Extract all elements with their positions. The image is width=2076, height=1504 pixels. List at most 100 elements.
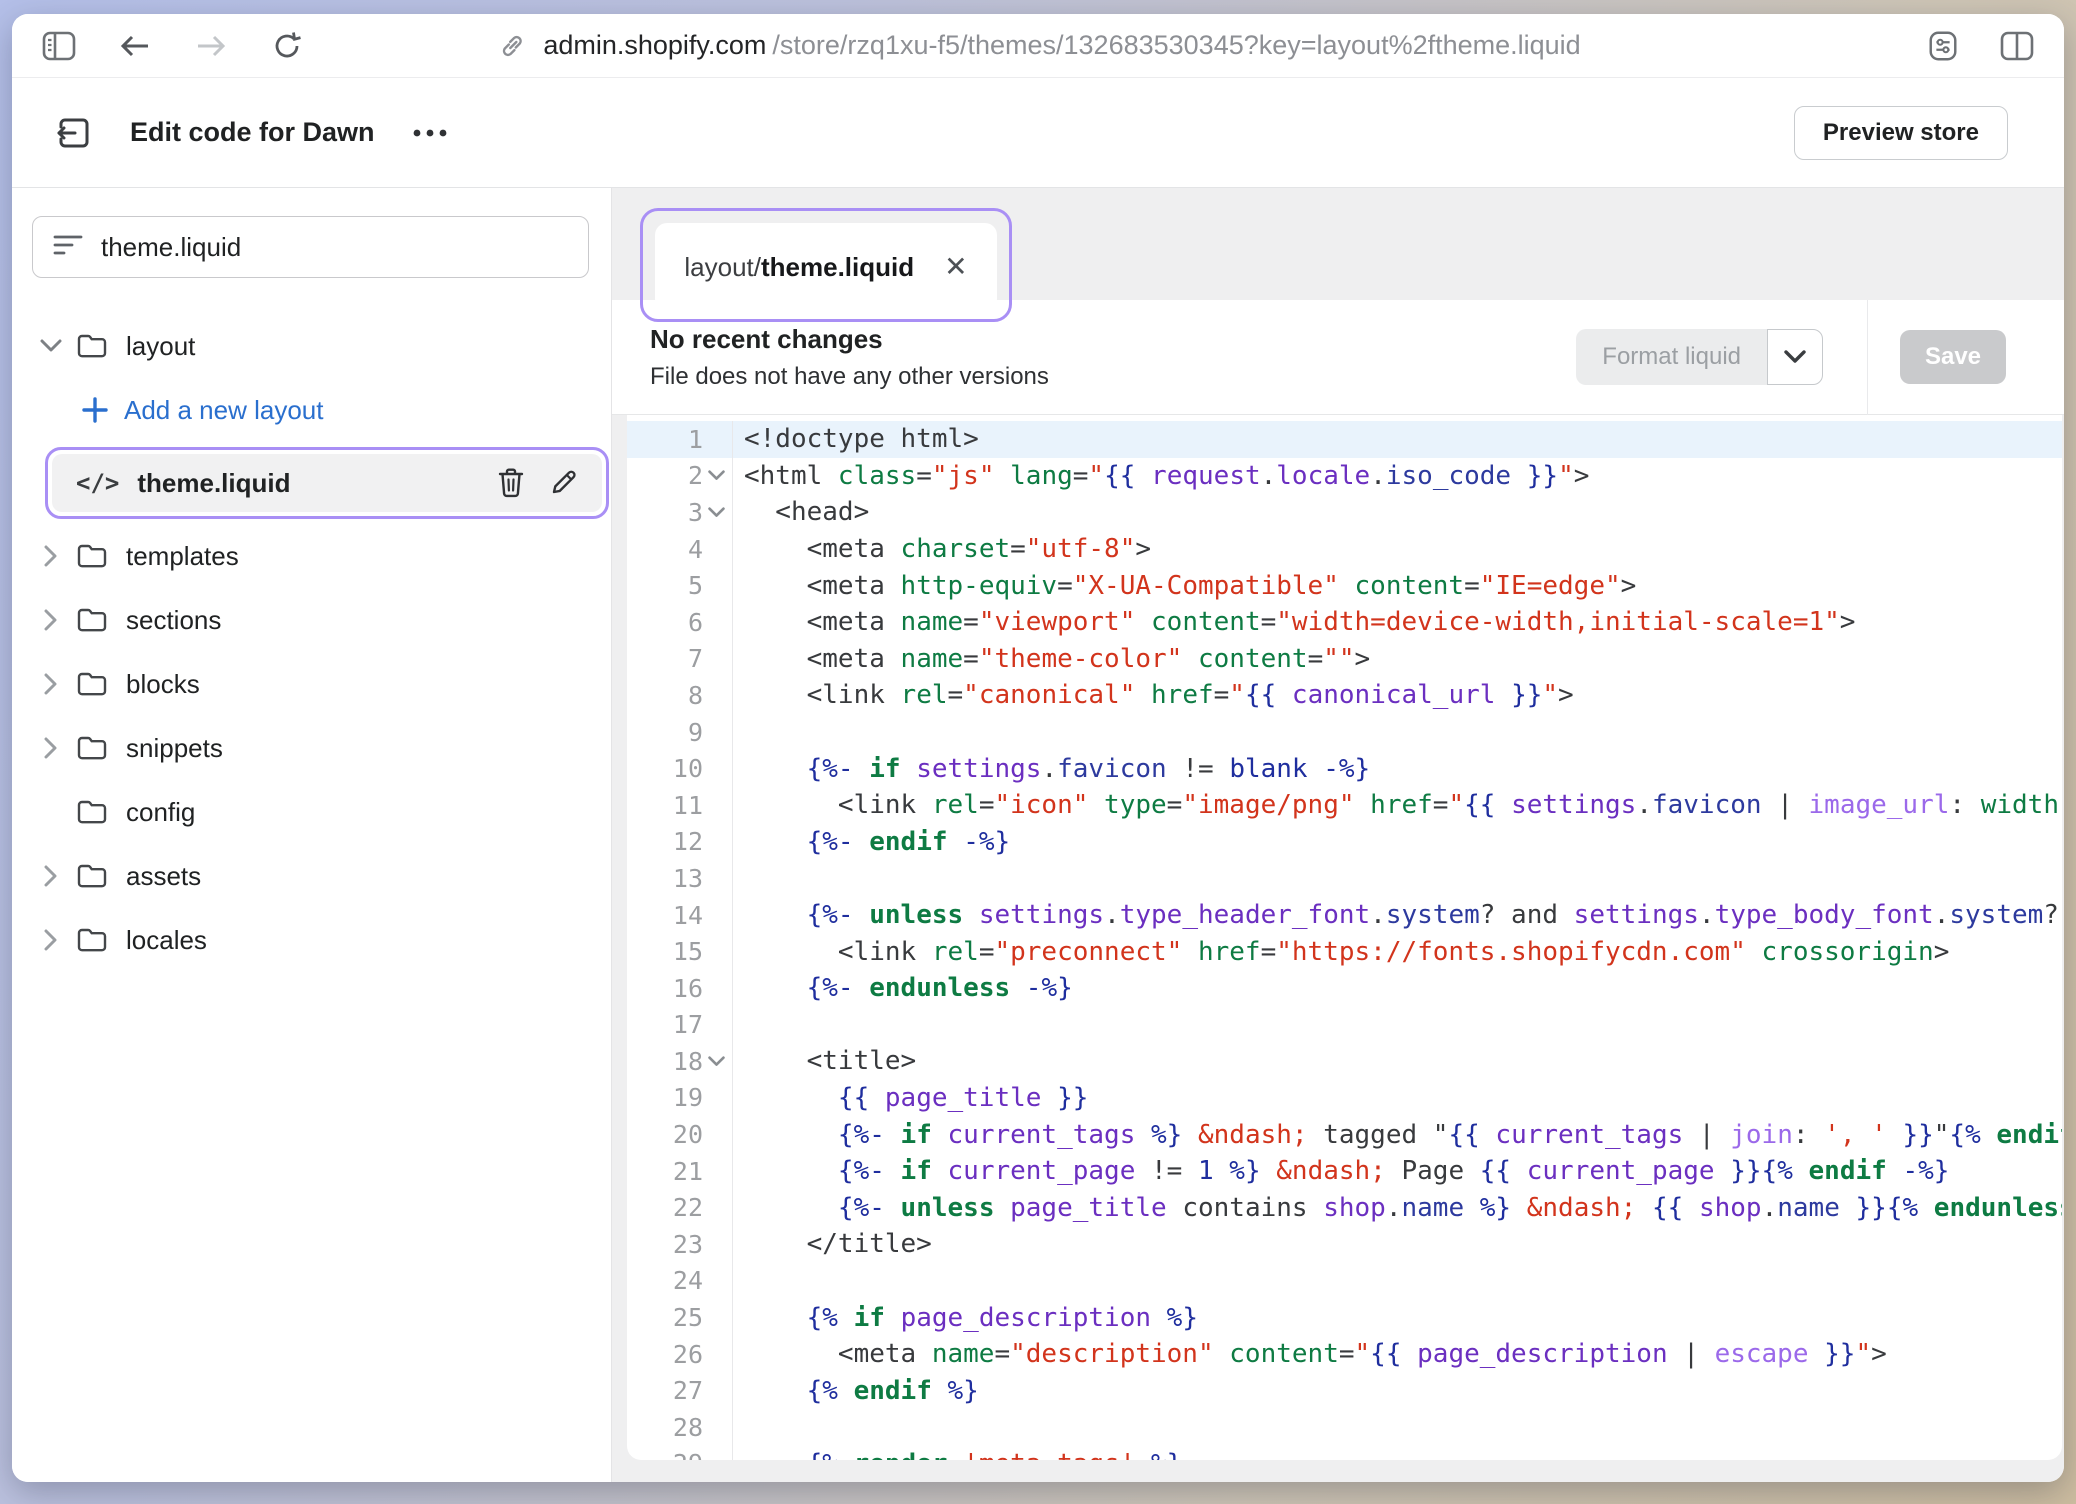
file-sidebar: layoutAdd a new layout </>theme.liquid tem… (12, 188, 612, 1482)
browser-window: admin.shopify.com/store/rzq1xu-f5/themes… (12, 14, 2064, 1482)
tab-path-prefix: layout/ (684, 252, 761, 282)
code-line-text: {%- endunless -%} (733, 973, 1073, 1003)
code-line[interactable]: 11 <link rel="icon" type="image/png" hre… (627, 787, 2062, 824)
address-bar[interactable]: admin.shopify.com/store/rzq1xu-f5/themes… (495, 29, 1580, 63)
chevron-right-icon[interactable] (38, 865, 64, 887)
fold-chevron-icon[interactable] (708, 507, 728, 518)
sidebar-item-theme-liquid[interactable]: </>theme.liquid (52, 454, 602, 512)
code-line[interactable]: 22 {%- unless page_title contains shop.n… (627, 1189, 2062, 1226)
code-line[interactable]: 2<html class="js" lang="{{ request.local… (627, 458, 2062, 495)
sidebar-item-label: snippets (126, 733, 223, 764)
sidebar-item-layout[interactable]: layout (12, 314, 611, 378)
save-button[interactable]: Save (1900, 330, 2006, 384)
code-line-text: <!doctype html> (733, 424, 979, 454)
code-line[interactable]: 25 {% if page_description %} (627, 1299, 2062, 1336)
preview-store-button[interactable]: Preview store (1794, 106, 2008, 160)
chevron-right-icon[interactable] (38, 737, 64, 759)
tab-theme-liquid[interactable]: layout/theme.liquid ✕ (655, 223, 997, 311)
chevron-right-icon[interactable] (38, 929, 64, 951)
search-input[interactable] (101, 232, 568, 263)
code-line[interactable]: 28 (627, 1409, 2062, 1446)
code-line[interactable]: 19 {{ page_title }} (627, 1080, 2062, 1117)
code-line-text: <meta http-equiv="X-UA-Compatible" conte… (733, 571, 1636, 601)
sidebar-item-snippets[interactable]: snippets (12, 716, 611, 780)
add-new-layout-button[interactable]: Add a new layout (12, 378, 611, 442)
folder-icon (76, 542, 108, 570)
rename-file-icon[interactable] (550, 468, 578, 498)
code-line-text: <link rel="canonical" href="{{ canonical… (733, 680, 1574, 710)
sidebar-item-label: locales (126, 925, 207, 956)
line-number: 3 (688, 498, 703, 527)
exit-icon[interactable] (52, 111, 96, 155)
code-line[interactable]: 29 {% render 'meta-tags' %} (627, 1446, 2062, 1460)
sidebar-item-assets[interactable]: assets (12, 844, 611, 908)
code-line[interactable]: 12 {%- endif -%} (627, 824, 2062, 861)
line-number: 11 (673, 791, 703, 820)
fold-chevron-icon[interactable] (708, 1056, 728, 1067)
code-editor[interactable]: 1<!doctype html>2<html class="js" lang="… (627, 415, 2062, 1460)
code-line[interactable]: 17 (627, 1007, 2062, 1044)
filter-icon (53, 234, 83, 261)
code-line[interactable]: 9 (627, 714, 2062, 751)
back-icon[interactable] (118, 29, 152, 63)
code-line-text: {%- unless page_title contains shop.name… (733, 1193, 2062, 1223)
code-line[interactable]: 26 <meta name="description" content="{{ … (627, 1336, 2062, 1373)
line-number: 20 (673, 1120, 703, 1149)
file-search[interactable] (32, 216, 589, 278)
sidebar-item-blocks[interactable]: blocks (12, 652, 611, 716)
chevron-right-icon[interactable] (38, 545, 64, 567)
line-number: 22 (673, 1193, 703, 1222)
code-line[interactable]: 4 <meta charset="utf-8"> (627, 531, 2062, 568)
line-number: 2 (688, 461, 703, 490)
folder-icon (76, 926, 108, 954)
format-liquid-label[interactable]: Format liquid (1576, 329, 1767, 385)
page-settings-icon[interactable] (1926, 29, 1960, 63)
fold-chevron-icon[interactable] (708, 470, 728, 481)
more-actions-icon[interactable] (411, 128, 449, 138)
chevron-down-icon[interactable] (38, 339, 64, 353)
selected-file-label: theme.liquid (137, 468, 290, 499)
code-line[interactable]: 1<!doctype html> (627, 421, 2062, 458)
sidebar-item-config[interactable]: config (12, 780, 611, 844)
code-line[interactable]: 3 <head> (627, 494, 2062, 531)
page-title: Edit code for Dawn (130, 117, 375, 148)
code-line[interactable]: 27 {% endif %} (627, 1372, 2062, 1409)
sidebar-item-sections[interactable]: sections (12, 588, 611, 652)
sidebar-item-templates[interactable]: templates (12, 524, 611, 588)
sidebar-item-label: assets (126, 861, 201, 892)
reload-icon[interactable] (270, 29, 304, 63)
code-line[interactable]: 14 {%- unless settings.type_header_font.… (627, 897, 2062, 934)
code-line[interactable]: 8 <link rel="canonical" href="{{ canonic… (627, 677, 2062, 714)
code-line[interactable]: 10 {%- if settings.favicon != blank -%} (627, 750, 2062, 787)
code-line[interactable]: 7 <meta name="theme-color" content=""> (627, 641, 2062, 678)
code-line[interactable]: 15 <link rel="preconnect" href="https://… (627, 933, 2062, 970)
forward-icon[interactable] (194, 29, 228, 63)
folder-icon (76, 670, 108, 698)
editor-pane: layout/theme.liquid ✕ No recent changes … (612, 188, 2064, 1482)
line-number: 29 (673, 1449, 703, 1460)
split-view-icon[interactable] (2000, 29, 2034, 63)
chevron-right-icon[interactable] (38, 609, 64, 631)
code-line[interactable]: 24 (627, 1263, 2062, 1300)
sidebar-item-locales[interactable]: locales (12, 908, 611, 972)
delete-file-icon[interactable] (498, 468, 524, 498)
code-line[interactable]: 6 <meta name="viewport" content="width=d… (627, 604, 2062, 641)
code-line-text: {{ page_title }} (733, 1083, 1088, 1113)
desktop-background: admin.shopify.com/store/rzq1xu-f5/themes… (0, 0, 2076, 1504)
format-options-dropdown[interactable] (1767, 329, 1823, 385)
code-line[interactable]: 18 <title> (627, 1043, 2062, 1080)
code-line[interactable]: 20 {%- if current_tags %} &ndash; tagged… (627, 1116, 2062, 1153)
code-line[interactable]: 23 </title> (627, 1226, 2062, 1263)
code-line[interactable]: 5 <meta http-equiv="X-UA-Compatible" con… (627, 567, 2062, 604)
code-line[interactable]: 16 {%- endunless -%} (627, 970, 2062, 1007)
folder-icon (76, 862, 108, 890)
close-tab-icon[interactable]: ✕ (944, 253, 967, 281)
code-line[interactable]: 21 {%- if current_page != 1 %} &ndash; P… (627, 1153, 2062, 1190)
url-path: /store/rzq1xu-f5/themes/132683530345?key… (772, 30, 1580, 61)
chevron-right-icon[interactable] (38, 673, 64, 695)
line-number: 27 (673, 1376, 703, 1405)
sidebar-toggle-icon[interactable] (42, 29, 76, 63)
code-line-text: <link rel="preconnect" href="https://fon… (733, 937, 1949, 967)
code-line[interactable]: 13 (627, 860, 2062, 897)
format-liquid-button[interactable]: Format liquid (1576, 329, 1823, 385)
